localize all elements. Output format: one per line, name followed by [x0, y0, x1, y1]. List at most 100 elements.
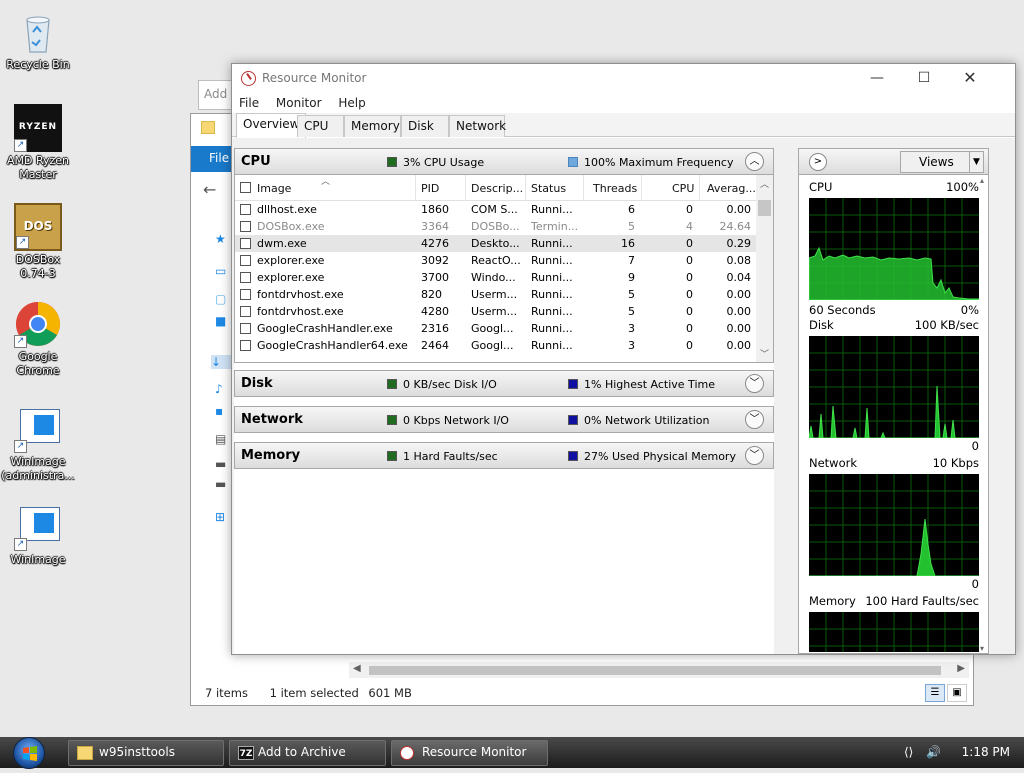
desktop-icon-amd-ryzen-master[interactable]: RYZEN ↗ AMD Ryzen Master [0, 104, 76, 182]
resource-monitor-window[interactable]: Resource Monitor — ☐ ✕ File Monitor Help… [231, 63, 1016, 655]
disk-nav-icon[interactable]: ▬ [215, 477, 231, 491]
star-icon[interactable]: ★ [215, 232, 231, 246]
row-checkbox[interactable] [240, 272, 251, 283]
scroll-left-icon[interactable]: ◀ [353, 663, 361, 674]
cpu-section-header[interactable]: CPU 3% CPU Usage 100% Maximum Frequency … [234, 148, 774, 175]
table-row[interactable]: explorer.exe 3092 ReactO... Runni... 7 0 0.08 [235, 252, 773, 269]
graph-label: Memory [809, 594, 856, 608]
tab-overview[interactable]: Overview [236, 113, 306, 138]
column-pid[interactable]: PID [421, 182, 439, 195]
taskbar-item-resource-monitor[interactable]: Resource Monitor [391, 740, 548, 766]
large-icons-view-icon[interactable]: ▣ [947, 684, 967, 702]
scroll-right-icon[interactable]: ▶ [957, 663, 965, 674]
minimize-button[interactable]: — [854, 67, 900, 91]
desktop-icon-label: WinImage (administra... [1, 455, 75, 482]
desktop-icon-winimage[interactable]: ↗ WinImage [0, 503, 76, 567]
tab-memory[interactable]: Memory [344, 115, 401, 137]
row-checkbox[interactable] [240, 306, 251, 317]
back-arrow-icon[interactable]: ← [203, 180, 216, 199]
cell-status: Runni... [531, 288, 573, 301]
desktop-icon-dosbox[interactable]: DOS ↗ DOSBox 0.74-3 [0, 203, 76, 281]
column-status[interactable]: Status [531, 182, 566, 195]
shortcut-arrow-icon: ↗ [14, 139, 27, 152]
drive-nav-icon[interactable]: ▬ [215, 457, 231, 471]
ribbon-file-tab[interactable]: File [191, 146, 236, 172]
video-nav-icon[interactable]: ▤ [215, 432, 231, 446]
desktop-icon-winimage-admin[interactable]: ↗ WinImage (administra... [0, 405, 76, 483]
graph-pane-scrollbar[interactable]: ▴ ▾ [980, 176, 988, 653]
network-section-header[interactable]: Network 0 Kbps Network I/O 0% Network Ut… [234, 406, 774, 433]
tab-network[interactable]: Network [449, 115, 506, 137]
table-row[interactable]: fontdrvhost.exe 4280 Userm... Runni... 5 0 0.0… [235, 303, 773, 320]
menu-monitor[interactable]: Monitor [276, 96, 322, 110]
menu-file[interactable]: File [239, 96, 259, 110]
scroll-up-icon[interactable]: ︿ [760, 177, 769, 190]
scroll-down-icon[interactable]: ﹀ [760, 347, 769, 360]
select-all-checkbox[interactable] [240, 182, 251, 193]
chrome-icon: ↗ [14, 300, 62, 348]
keyboard-layout-icon[interactable]: ⟨⟩ [904, 745, 913, 759]
row-checkbox[interactable] [240, 255, 251, 266]
table-row[interactable]: fontdrvhost.exe 820 Userm... Runni... 5 0 0.00 [235, 286, 773, 303]
chevron-right-icon[interactable]: > [809, 153, 827, 171]
close-button[interactable]: ✕ [947, 67, 993, 91]
desktop-icon-recycle-bin[interactable]: Recycle Bin [0, 8, 76, 72]
graph-pane-toolbar: > Views ▼ [799, 149, 988, 175]
tab-cpu[interactable]: CPU [297, 115, 344, 137]
documents-nav-icon[interactable]: ■ [215, 314, 231, 328]
tab-disk[interactable]: Disk [401, 115, 449, 137]
row-checkbox[interactable] [240, 204, 251, 215]
scroll-thumb[interactable] [758, 200, 771, 216]
table-row[interactable]: DOSBox.exe 3364 DOSBo... Termin... 5 4 24.64 [235, 218, 773, 235]
table-row[interactable]: explorer.exe 3700 Windo... Runni... 9 0 0.04 [235, 269, 773, 286]
clock[interactable]: 1:18 PM [962, 745, 1010, 759]
column-description[interactable]: Descrip... [471, 182, 523, 195]
column-image[interactable]: Image [257, 182, 291, 195]
column-cpu[interactable]: CPU [672, 182, 694, 195]
title-bar[interactable]: Resource Monitor — ☐ ✕ [232, 64, 1015, 93]
dropdown-arrow-icon[interactable]: ▼ [969, 152, 983, 172]
column-average-cpu[interactable]: Averag... [707, 182, 756, 195]
start-button[interactable] [10, 737, 50, 769]
chevron-down-icon[interactable]: ﹀ [745, 374, 764, 393]
cell-status: Runni... [531, 254, 573, 267]
row-checkbox[interactable] [240, 238, 251, 249]
scroll-thumb[interactable] [369, 666, 941, 675]
table-row[interactable]: GoogleCrashHandler64.exe 2464 Googl... Runn… [235, 337, 773, 354]
pictures-nav-icon[interactable]: ▪ [215, 404, 231, 418]
row-checkbox[interactable] [240, 323, 251, 334]
section-title: CPU [241, 154, 271, 169]
disk-graph: Disk 100 KB/sec 0 [809, 318, 979, 458]
chevron-down-icon[interactable]: ﹀ [745, 410, 764, 429]
network-nav-icon[interactable]: ⊞ [215, 510, 231, 524]
details-view-icon[interactable]: ☰ [925, 684, 945, 702]
desktop-nav-icon[interactable]: ▭ [215, 264, 231, 278]
chevron-down-icon[interactable]: ﹀ [745, 446, 764, 465]
cell-description: ReactO... [471, 254, 521, 267]
memory-section-header[interactable]: Memory 1 Hard Faults/sec 27% Used Physic… [234, 442, 774, 469]
menu-help[interactable]: Help [338, 96, 365, 110]
table-row[interactable]: GoogleCrashHandler.exe 2316 Googl... Runni.… [235, 320, 773, 337]
table-row[interactable]: dwm.exe 4276 Deskto... Runni... 16 0 0.29 [235, 235, 773, 252]
column-threads[interactable]: Threads [593, 182, 637, 195]
table-row[interactable]: dllhost.exe 1860 COM S... Runni... 6 0 0.00 [235, 201, 773, 218]
pc-nav-icon[interactable]: ▢ [215, 292, 231, 306]
taskbar-item-label: Resource Monitor [422, 745, 527, 759]
taskbar-item-add-to-archive[interactable]: 7Z Add to Archive [229, 740, 386, 766]
row-checkbox[interactable] [240, 340, 251, 351]
taskbar-item-w95insttools[interactable]: w95insttools [68, 740, 224, 766]
scroll-up-icon[interactable]: ▴ [980, 176, 984, 185]
scroll-down-icon[interactable]: ▾ [980, 644, 984, 653]
desktop-icon-google-chrome[interactable]: ↗ Google Chrome [0, 300, 76, 378]
row-checkbox[interactable] [240, 289, 251, 300]
music-nav-icon[interactable]: ♪ [215, 382, 231, 396]
views-dropdown[interactable]: Views ▼ [900, 151, 984, 173]
disk-section-header[interactable]: Disk 0 KB/sec Disk I/O 1% Highest Active… [234, 370, 774, 397]
cell-pid: 3092 [421, 254, 449, 267]
maximize-button[interactable]: ☐ [901, 67, 947, 91]
volume-icon[interactable]: 🔊 [926, 745, 941, 759]
process-table-scrollbar[interactable]: ︿ ﹀ [756, 175, 773, 362]
row-checkbox[interactable] [240, 221, 251, 232]
explorer-horizontal-scrollbar[interactable]: ◀ ▶ [349, 662, 969, 678]
chevron-up-icon[interactable]: ︿ [745, 152, 764, 171]
